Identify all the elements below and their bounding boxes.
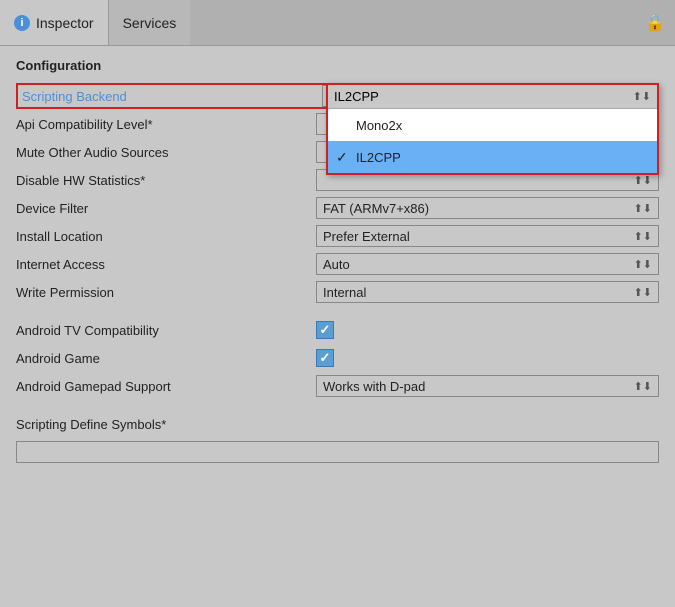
popup-header-arrow: ⬆⬇ bbox=[633, 90, 651, 103]
scripting-define-label: Scripting Define Symbols* bbox=[16, 417, 316, 432]
android-gamepad-value: Works with D-pad bbox=[323, 379, 425, 394]
android-gamepad-label: Android Gamepad Support bbox=[16, 379, 316, 394]
install-location-value: Prefer External bbox=[323, 229, 410, 244]
device-filter-row: Device Filter FAT (ARMv7+x86) ⬆⬇ bbox=[16, 195, 659, 221]
android-gamepad-dropdown[interactable]: Works with D-pad ⬆⬇ bbox=[316, 375, 659, 397]
android-gamepad-control: Works with D-pad ⬆⬇ bbox=[316, 375, 659, 397]
lock-icon: 🔒 bbox=[645, 13, 665, 33]
install-location-dropdown[interactable]: Prefer External ⬆⬇ bbox=[316, 225, 659, 247]
il2cpp-check: ✓ bbox=[336, 149, 356, 166]
api-compatibility-label: Api Compatibility Level* bbox=[16, 117, 316, 132]
internet-access-arrow: ⬆⬇ bbox=[634, 258, 652, 271]
device-filter-label: Device Filter bbox=[16, 201, 316, 216]
android-tv-label: Android TV Compatibility bbox=[16, 323, 316, 338]
section-title: Configuration bbox=[16, 58, 659, 73]
disable-hw-label: Disable HW Statistics* bbox=[16, 173, 316, 188]
write-permission-dropdown[interactable]: Internal ⬆⬇ bbox=[316, 281, 659, 303]
internet-access-label: Internet Access bbox=[16, 257, 316, 272]
write-permission-value: Internal bbox=[323, 285, 366, 300]
mute-audio-label: Mute Other Audio Sources bbox=[16, 145, 316, 160]
option-il2cpp[interactable]: ✓ IL2CPP bbox=[328, 141, 657, 173]
android-tv-row: Android TV Compatibility ✓ bbox=[16, 317, 659, 343]
write-permission-control: Internal ⬆⬇ bbox=[316, 281, 659, 303]
android-game-control: ✓ bbox=[316, 349, 659, 367]
android-game-label: Android Game bbox=[16, 351, 316, 366]
internet-access-control: Auto ⬆⬇ bbox=[316, 253, 659, 275]
inspector-tab-label: Inspector bbox=[36, 15, 94, 31]
scripting-define-input[interactable] bbox=[16, 441, 659, 463]
device-filter-arrow: ⬆⬇ bbox=[634, 202, 652, 215]
tab-inspector[interactable]: i Inspector bbox=[0, 0, 109, 45]
install-location-label: Install Location bbox=[16, 229, 316, 244]
android-tv-control: ✓ bbox=[316, 321, 659, 339]
tab-bar: i Inspector Services 🔒 bbox=[0, 0, 675, 46]
internet-access-dropdown[interactable]: Auto ⬆⬇ bbox=[316, 253, 659, 275]
main-window: i Inspector Services 🔒 Configuration Scr… bbox=[0, 0, 675, 607]
install-location-row: Install Location Prefer External ⬆⬇ bbox=[16, 223, 659, 249]
install-location-control: Prefer External ⬆⬇ bbox=[316, 225, 659, 247]
android-gamepad-arrow: ⬆⬇ bbox=[634, 380, 652, 393]
write-permission-label: Write Permission bbox=[16, 285, 316, 300]
android-game-row: Android Game ✓ bbox=[16, 345, 659, 371]
install-location-arrow: ⬆⬇ bbox=[634, 230, 652, 243]
device-filter-control: FAT (ARMv7+x86) ⬆⬇ bbox=[316, 197, 659, 219]
tab-services[interactable]: Services bbox=[109, 0, 191, 45]
scripting-define-row: Scripting Define Symbols* bbox=[16, 411, 659, 437]
internet-access-value: Auto bbox=[323, 257, 350, 272]
internet-access-row: Internet Access Auto ⬆⬇ bbox=[16, 251, 659, 277]
device-filter-value: FAT (ARMv7+x86) bbox=[323, 201, 429, 216]
android-tv-checkbox[interactable]: ✓ bbox=[316, 321, 334, 339]
android-game-checkbox[interactable]: ✓ bbox=[316, 349, 334, 367]
popup-header-value: IL2CPP bbox=[334, 89, 379, 104]
device-filter-dropdown[interactable]: FAT (ARMv7+x86) ⬆⬇ bbox=[316, 197, 659, 219]
services-tab-label: Services bbox=[123, 15, 177, 31]
write-permission-arrow: ⬆⬇ bbox=[634, 286, 652, 299]
scripting-define-input-row bbox=[16, 439, 659, 465]
inspector-icon: i bbox=[14, 15, 30, 31]
inspector-content: Configuration Scripting Backend IL2CPP ⬆… bbox=[0, 46, 675, 607]
il2cpp-label: IL2CPP bbox=[356, 150, 401, 165]
option-mono2x[interactable]: Mono2x bbox=[328, 109, 657, 141]
write-permission-row: Write Permission Internal ⬆⬇ bbox=[16, 279, 659, 305]
android-gamepad-row: Android Gamepad Support Works with D-pad… bbox=[16, 373, 659, 399]
disable-hw-arrow: ⬆⬇ bbox=[634, 174, 652, 187]
mono2x-label: Mono2x bbox=[356, 118, 402, 133]
scripting-backend-label: Scripting Backend bbox=[22, 89, 322, 104]
